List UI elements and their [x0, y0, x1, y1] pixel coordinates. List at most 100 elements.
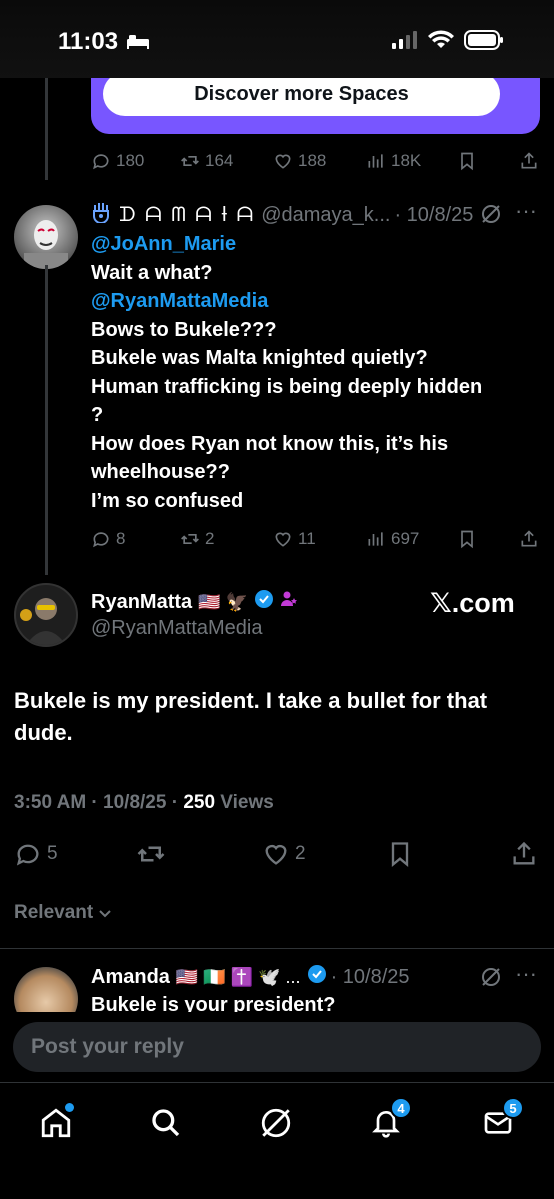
- main-tweet-actions: 5 2: [14, 840, 540, 868]
- main-tweet-header: RyanMatta 🇺🇸 🦅: [91, 589, 298, 615]
- views-action[interactable]: 697: [366, 529, 419, 549]
- like-action[interactable]: 2: [262, 840, 306, 868]
- text-line: Bows to Bukele???: [91, 318, 277, 341]
- reply-tweet-text: @JoAnn_Marie Wait a what? @RyanMattaMedi…: [91, 230, 541, 515]
- reply-input[interactable]: Post your reply: [13, 1022, 541, 1072]
- repost-action[interactable]: 164: [180, 151, 233, 171]
- repost-action[interactable]: 2: [180, 529, 214, 549]
- like-action[interactable]: 188: [273, 151, 326, 171]
- bookmark-action[interactable]: [457, 151, 477, 171]
- tweet-date: · 10/8/25: [394, 203, 474, 226]
- tab-notifications[interactable]: 4: [366, 1097, 412, 1143]
- repost-count: 2: [205, 529, 215, 548]
- handle[interactable]: @RyanMattaMedia: [91, 617, 262, 640]
- views-count: 250: [183, 792, 216, 813]
- text-line[interactable]: @JoAnn_Marie: [91, 230, 541, 259]
- notifications-badge: 4: [390, 1097, 412, 1119]
- sleep-focus-icon: [126, 33, 150, 54]
- thread-line: [45, 265, 48, 575]
- text-line: Human trafficking is being deeply hidden: [91, 375, 483, 398]
- tab-messages[interactable]: 5: [478, 1097, 524, 1143]
- verified-badge-icon: [307, 964, 327, 990]
- repost-icon: [181, 534, 199, 544]
- views-action[interactable]: 18K: [366, 151, 421, 171]
- views-count: 18K: [391, 151, 422, 170]
- grok-icon: [261, 1108, 291, 1138]
- heart-icon: [275, 154, 291, 169]
- tab-grok[interactable]: [256, 1103, 296, 1143]
- share-icon: [513, 841, 535, 865]
- sort-dropdown[interactable]: Relevant: [14, 902, 113, 924]
- reply-icon: [93, 154, 109, 170]
- thread-line: [45, 70, 48, 180]
- more-options-icon[interactable]: ···: [515, 198, 537, 224]
- reply-tweet-header: ᗪ ᗩ ᗰ ᗩ Ɨ ᗩ @damaya_k... · 10/8/25 ···: [91, 198, 541, 230]
- display-name[interactable]: RyanMatta: [91, 591, 192, 614]
- bookmark-icon: [391, 842, 409, 867]
- more-options-icon[interactable]: ···: [515, 961, 537, 987]
- like-count: 11: [298, 529, 316, 548]
- grok-icon[interactable]: [481, 204, 501, 230]
- text-line: Wait a what?: [91, 261, 213, 284]
- reply-count: 5: [47, 843, 58, 864]
- share-action[interactable]: [519, 529, 539, 549]
- next-tweet-text: Bukele is your president?: [91, 994, 336, 1013]
- discover-spaces-button[interactable]: Discover more Spaces: [103, 72, 500, 116]
- search-icon: [152, 1109, 180, 1137]
- like-count: 188: [298, 151, 327, 170]
- bookmark-action[interactable]: [386, 840, 414, 868]
- views-icon: [368, 532, 383, 546]
- share-icon: [521, 530, 537, 547]
- avatar[interactable]: [14, 583, 78, 647]
- chevron-down-icon: [99, 910, 111, 918]
- new-posts-dot: [65, 1103, 74, 1112]
- like-count: 2: [295, 843, 306, 864]
- reply-action[interactable]: 8: [91, 529, 125, 549]
- avatar[interactable]: [14, 205, 78, 269]
- repost-icon: [137, 846, 165, 862]
- avatar[interactable]: [14, 967, 78, 1013]
- cellular-signal-icon: [392, 31, 418, 54]
- repost-count: 164: [205, 151, 234, 170]
- hamsa-icon: [91, 201, 111, 229]
- text-line: How does Ryan not know this, it’s his: [91, 432, 449, 455]
- views-count: 697: [391, 529, 420, 548]
- text-line: Bukele was Malta knighted quietly?: [91, 347, 428, 369]
- text-line[interactable]: @RyanMattaMedia: [91, 287, 541, 316]
- status-time: 11:03: [58, 28, 119, 55]
- verified-badge-icon: [254, 589, 274, 615]
- views-label: Views: [215, 792, 274, 813]
- heart-icon: [275, 532, 291, 547]
- repost-icon: [181, 156, 199, 166]
- handle[interactable]: @damaya_k...: [261, 204, 390, 227]
- quoted-tweet-actions: 180 164 188 18K: [91, 150, 541, 172]
- share-action[interactable]: [519, 151, 539, 171]
- display-name[interactable]: ᗪ ᗩ ᗰ ᗩ Ɨ ᗩ: [119, 204, 255, 227]
- reply-placeholder: Post your reply: [31, 1035, 184, 1058]
- reply-tweet-actions: 8 2 11 697: [91, 528, 541, 550]
- repost-action[interactable]: [136, 839, 166, 869]
- wifi-icon: [428, 30, 454, 55]
- tweet-timestamp[interactable]: 3:50 AM · 10/8/25 ·: [14, 792, 183, 813]
- text-line: ?: [91, 404, 104, 426]
- bookmark-icon: [461, 152, 473, 171]
- bookmark-action[interactable]: [457, 529, 477, 549]
- like-action[interactable]: 11: [273, 529, 316, 549]
- grok-icon[interactable]: [481, 967, 501, 992]
- reply-action[interactable]: 180: [91, 151, 144, 171]
- emojis: 🇺🇸 🇮🇪 ✝️ 🕊️ ...: [175, 966, 301, 987]
- tab-bar: 4 5: [0, 1082, 554, 1199]
- tweet-meta: 3:50 AM · 10/8/25 · 250 Views: [14, 792, 274, 814]
- tab-home[interactable]: [36, 1103, 76, 1143]
- next-tweet[interactable]: Amanda 🇺🇸 🇮🇪 ✝️ 🕊️ ... · 10/8/25 ··· Buk…: [0, 949, 554, 1013]
- heart-icon: [265, 844, 287, 865]
- messages-badge: 5: [502, 1097, 524, 1119]
- reply-icon: [16, 844, 39, 866]
- tab-search[interactable]: [146, 1103, 186, 1143]
- share-action[interactable]: [510, 840, 538, 868]
- display-name[interactable]: Amanda: [91, 966, 170, 989]
- share-icon: [521, 152, 537, 169]
- sort-label: Relevant: [14, 902, 94, 923]
- reply-action[interactable]: 5: [14, 840, 58, 868]
- tweet-date: · 10/8/25: [330, 965, 410, 988]
